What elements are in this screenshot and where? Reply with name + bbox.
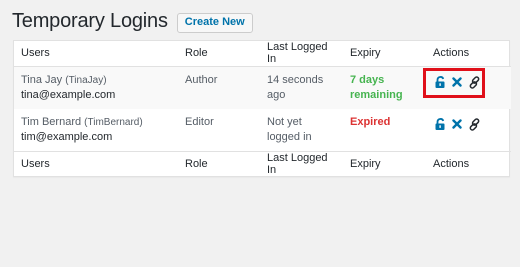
page-header: Temporary Logins Create New: [12, 10, 253, 33]
user-handle: (TimBernard): [84, 116, 143, 128]
column-header-expiry: Expiry: [343, 41, 426, 67]
user-cell: Tim Bernard (TimBernard) tim@example.com: [14, 109, 178, 152]
last-logged-in-cell: Not yet logged in: [267, 115, 312, 143]
table-footer-row: Users Role Last Logged In Expiry Actions: [14, 150, 511, 176]
lock-icon[interactable]: [435, 118, 446, 130]
user-name: Tina Jay: [21, 73, 63, 86]
column-header-last-logged-in: Last Logged In: [260, 41, 343, 67]
create-new-button[interactable]: Create New: [176, 12, 253, 33]
actions-highlight-box: [423, 68, 485, 98]
column-header-actions: Actions: [426, 41, 511, 67]
user-handle: (TinaJay): [65, 74, 107, 86]
expiry-cell: 7 days remaining: [343, 66, 426, 109]
last-logged-in-cell: 14 seconds ago: [260, 66, 343, 109]
table-header-row: Users Role Last Logged In Expiry Actions: [14, 41, 511, 67]
column-header-users: Users: [14, 41, 178, 67]
column-footer-actions: Actions: [426, 150, 511, 176]
user-email: tim@example.com: [21, 130, 113, 143]
link-icon[interactable]: [468, 117, 481, 131]
user-email: tina@example.com: [21, 88, 116, 101]
actions-cell: [426, 109, 511, 152]
table-row: Tim Bernard (TimBernard) tim@example.com…: [14, 109, 511, 152]
expiry-cell: Expired: [350, 115, 391, 128]
column-header-role: Role: [178, 41, 260, 67]
user-cell: Tina Jay (TinaJay) tina@example.com: [14, 66, 178, 109]
column-footer-users: Users: [14, 150, 178, 176]
user-name: Tim Bernard: [21, 115, 82, 128]
column-footer-expiry: Expiry: [343, 150, 426, 176]
column-footer-last-logged-in: Last Logged In: [260, 150, 343, 176]
column-footer-role: Role: [178, 150, 260, 176]
temporary-logins-table: Users Role Last Logged In Expiry Actions…: [13, 40, 511, 177]
page-title: Temporary Logins: [12, 10, 168, 32]
role-cell: Author: [178, 66, 260, 109]
role-cell: Editor: [185, 115, 214, 128]
delete-icon[interactable]: [452, 119, 462, 129]
